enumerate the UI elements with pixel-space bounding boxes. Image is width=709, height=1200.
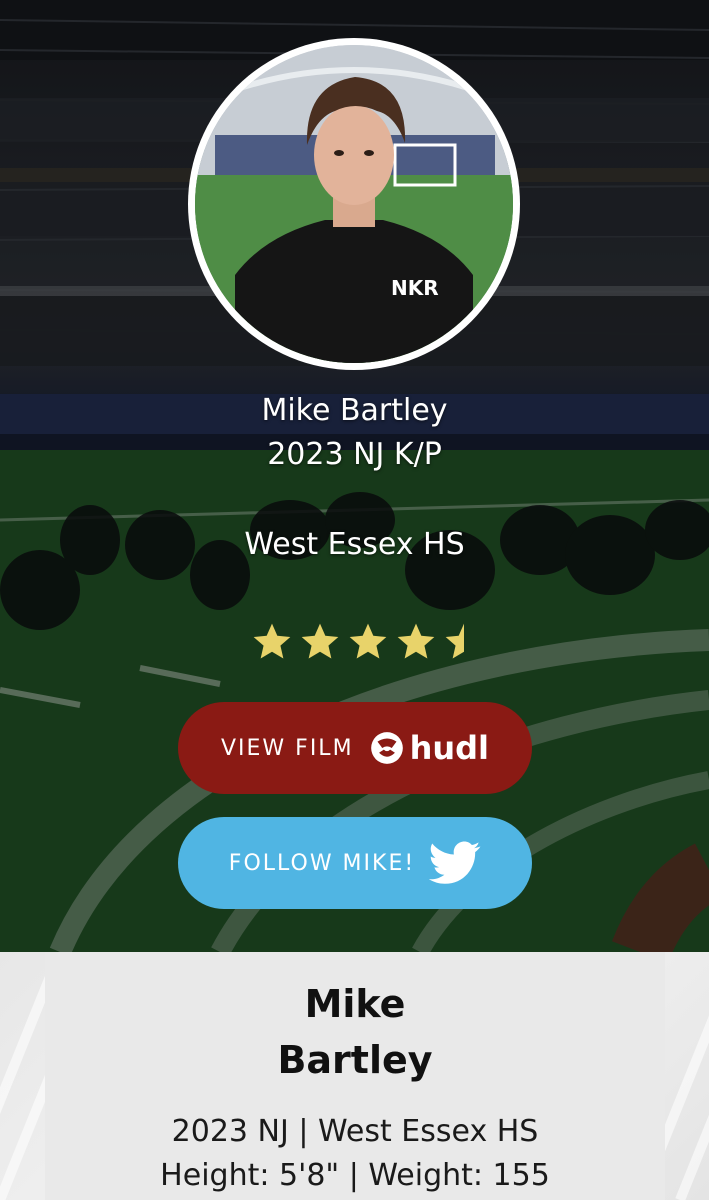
card-first-name: Mike <box>304 982 406 1026</box>
avatar-photo: NKR <box>195 45 513 363</box>
player-info-card: Mike Bartley 2023 NJ | West Essex HS Hei… <box>45 952 665 1200</box>
card-height-weight: Height: 5'8" | Weight: 155 <box>160 1158 550 1193</box>
twitter-bird-icon <box>429 841 481 884</box>
hudl-wordmark: hudl <box>409 729 489 767</box>
player-class-position: 2023 NJ K/P <box>267 437 442 472</box>
profile-avatar: NKR <box>188 38 520 370</box>
view-film-label: VIEW FILM <box>220 735 354 761</box>
star-full-icon <box>253 623 291 659</box>
follow-twitter-button[interactable]: FOLLOW MIKE! <box>178 817 532 909</box>
card-last-name: Bartley <box>277 1038 433 1082</box>
follow-label: FOLLOW MIKE! <box>228 850 416 876</box>
card-class-school: 2023 NJ | West Essex HS <box>171 1114 539 1149</box>
star-full-icon <box>349 623 387 659</box>
info-section: Mike Bartley 2023 NJ | West Essex HS Hei… <box>0 952 709 1200</box>
svg-text:NKR: NKR <box>391 276 439 300</box>
player-photo-illustration: NKR <box>195 45 513 363</box>
view-film-button[interactable]: VIEW FILM hudl <box>178 702 532 794</box>
hero-section: NKR Mike Bartley 2023 NJ K/P West Essex … <box>0 0 709 952</box>
star-full-icon <box>397 623 435 659</box>
star-full-icon <box>301 623 339 659</box>
hudl-logo: hudl <box>368 729 489 767</box>
star-rating <box>250 620 486 670</box>
player-name: Mike Bartley <box>261 393 448 428</box>
star-half-icon <box>445 623 464 659</box>
hudl-logo-icon <box>370 732 403 764</box>
player-school: West Essex HS <box>244 527 465 562</box>
